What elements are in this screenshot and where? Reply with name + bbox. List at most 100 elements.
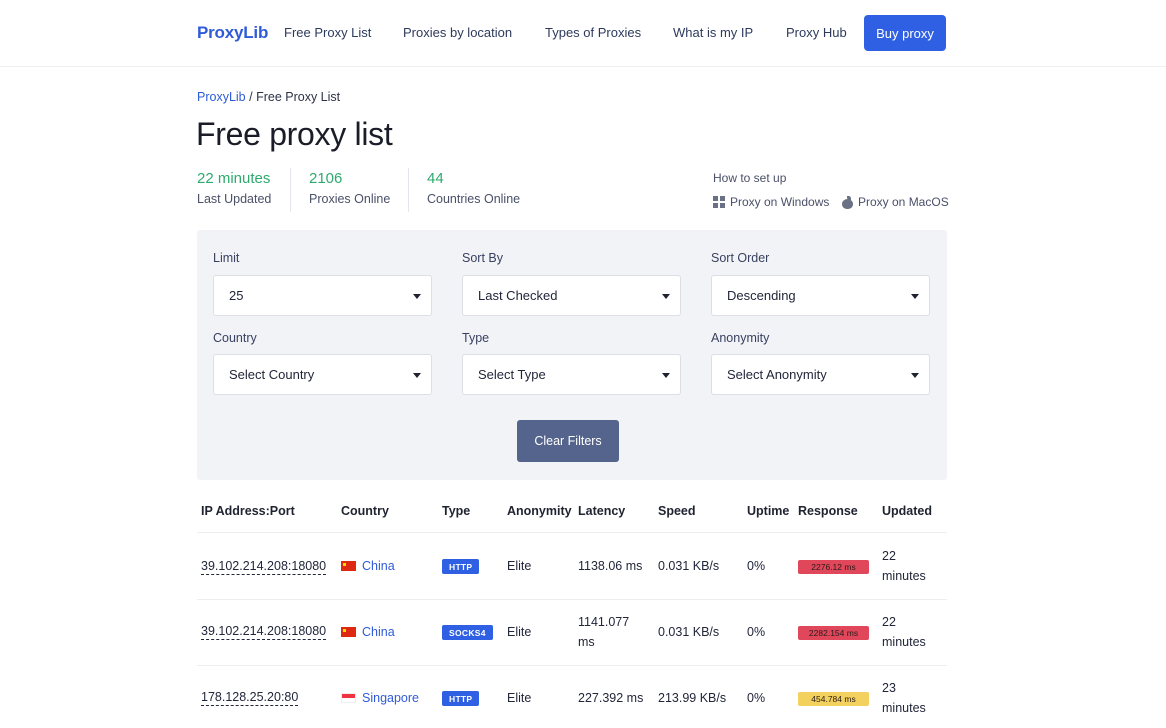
limit-label: Limit xyxy=(213,251,240,265)
th-anonymity[interactable]: Anonymity xyxy=(507,504,572,518)
updated-unit: minutes xyxy=(882,701,926,715)
stat-countries-online: 44 Countries Online xyxy=(427,170,520,206)
limit-select[interactable]: 25 xyxy=(213,275,432,316)
anonymity-cell: Elite xyxy=(507,559,532,573)
th-type[interactable]: Type xyxy=(442,504,470,518)
country-cell[interactable]: Singapore xyxy=(341,688,419,708)
stat-value: 2106 xyxy=(309,170,343,187)
sort-order-select[interactable]: Descending xyxy=(711,275,930,316)
th-updated[interactable]: Updated xyxy=(882,504,932,518)
updated-value: 22 xyxy=(882,549,896,563)
country-value: Select Country xyxy=(229,367,315,382)
howto-windows-link[interactable]: Proxy on Windows xyxy=(713,195,829,209)
stat-value: 22 minutes xyxy=(197,170,271,187)
sort-by-value: Last Checked xyxy=(478,288,558,303)
th-latency[interactable]: Latency xyxy=(578,504,625,518)
latency-cell: 227.392 ms xyxy=(578,691,644,705)
sort-by-select[interactable]: Last Checked xyxy=(462,275,681,316)
type-badge: SOCKS4 xyxy=(442,625,493,640)
country-link[interactable]: China xyxy=(362,556,395,576)
country-select[interactable]: Select Country xyxy=(213,354,432,395)
updated-cell: 22 minutes xyxy=(882,612,926,652)
ip-port[interactable]: 178.128.25.20:80 xyxy=(201,687,299,707)
breadcrumb-home-link[interactable]: ProxyLib xyxy=(197,90,246,104)
stat-label: Countries Online xyxy=(427,192,521,206)
latency-cell: 1138.06 ms xyxy=(578,559,643,573)
row-divider xyxy=(197,532,947,533)
uptime-cell: 0% xyxy=(747,691,766,705)
updated-value: 23 xyxy=(882,681,896,695)
updated-unit: minutes xyxy=(882,635,926,649)
breadcrumb: ProxyLib / Free Proxy List xyxy=(197,90,340,104)
nav-proxy-hub[interactable]: Proxy Hub xyxy=(786,25,847,40)
nav-proxies-by-location[interactable]: Proxies by location xyxy=(403,25,512,40)
row-divider xyxy=(197,665,947,666)
ip-port[interactable]: 39.102.214.208:18080 xyxy=(201,556,327,576)
th-speed[interactable]: Speed xyxy=(658,504,696,518)
type-badge: HTTP xyxy=(442,559,480,574)
latency-cell: 1141.077 ms xyxy=(578,612,629,652)
ip-port-text[interactable]: 39.102.214.208:18080 xyxy=(201,559,327,575)
response-badge: 2282.154 ms xyxy=(798,626,869,640)
country-link[interactable]: Singapore xyxy=(362,688,419,708)
caret-down-icon xyxy=(413,294,421,299)
response-badge: 454.784 ms xyxy=(798,692,869,706)
th-ip-port[interactable]: IP Address:Port xyxy=(201,504,295,518)
country-cell[interactable]: China xyxy=(341,556,395,576)
breadcrumb-separator: / xyxy=(245,90,257,104)
top-nav-bar: ProxyLib Free Proxy List Proxies by loca… xyxy=(0,0,1166,67)
ip-port[interactable]: 39.102.214.208:18080 xyxy=(201,621,327,641)
updated-cell: 23 minutes xyxy=(882,678,926,718)
singapore-flag-icon xyxy=(341,693,356,703)
ip-port-text[interactable]: 39.102.214.208:18080 xyxy=(201,624,327,640)
country-label: Country xyxy=(213,331,257,345)
updated-value: 22 xyxy=(882,615,896,629)
country-link[interactable]: China xyxy=(362,622,395,642)
speed-cell: 213.99 KB/s xyxy=(658,691,727,705)
stat-divider xyxy=(290,168,291,212)
updated-cell: 22 minutes xyxy=(882,546,926,586)
windows-icon xyxy=(713,196,725,208)
response-badge: 2276.12 ms xyxy=(798,560,869,574)
howto-windows-label: Proxy on Windows xyxy=(730,195,830,209)
updated-unit: minutes xyxy=(882,569,926,583)
anonymity-select[interactable]: Select Anonymity xyxy=(711,354,930,395)
stat-last-updated: 22 minutes Last Updated xyxy=(197,170,271,206)
breadcrumb-current: Free Proxy List xyxy=(256,90,341,104)
country-cell[interactable]: China xyxy=(341,622,395,642)
caret-down-icon xyxy=(413,373,421,378)
sort-order-label: Sort Order xyxy=(711,251,770,265)
th-uptime[interactable]: Uptime xyxy=(747,504,789,518)
anonymity-cell: Elite xyxy=(507,691,532,705)
latency-value: 1141.077 xyxy=(578,615,630,629)
speed-cell: 0.031 KB/s xyxy=(658,625,720,639)
row-divider xyxy=(197,599,947,600)
buy-proxy-button[interactable]: Buy proxy xyxy=(864,15,946,51)
caret-down-icon xyxy=(662,294,670,299)
uptime-cell: 0% xyxy=(747,625,766,639)
type-value: Select Type xyxy=(478,367,546,382)
type-select[interactable]: Select Type xyxy=(462,354,681,395)
nav-types-of-proxies[interactable]: Types of Proxies xyxy=(545,25,641,40)
sort-order-value: Descending xyxy=(727,288,796,303)
th-country[interactable]: Country xyxy=(341,504,389,518)
uptime-cell: 0% xyxy=(747,559,766,573)
nav-what-is-my-ip[interactable]: What is my IP xyxy=(673,25,753,40)
caret-down-icon xyxy=(662,373,670,378)
nav-free-proxy-list[interactable]: Free Proxy List xyxy=(284,25,371,40)
howto-macos-link[interactable]: Proxy on MacOS xyxy=(842,195,949,209)
anonymity-label: Anonymity xyxy=(711,331,770,345)
stat-label: Proxies Online xyxy=(309,192,391,206)
caret-down-icon xyxy=(911,373,919,378)
howto-label: How to set up xyxy=(713,171,787,185)
ip-port-text[interactable]: 178.128.25.20:80 xyxy=(201,690,299,706)
th-response[interactable]: Response xyxy=(798,504,858,518)
logo[interactable]: ProxyLib xyxy=(197,23,268,43)
stat-proxies-online: 2106 Proxies Online xyxy=(309,170,390,206)
anonymity-cell: Elite xyxy=(507,625,532,639)
howto-macos-label: Proxy on MacOS xyxy=(858,195,949,209)
sort-by-label: Sort By xyxy=(462,251,503,265)
clear-filters-button[interactable]: Clear Filters xyxy=(517,420,619,462)
caret-down-icon xyxy=(911,294,919,299)
latency-unit: ms xyxy=(578,635,595,649)
